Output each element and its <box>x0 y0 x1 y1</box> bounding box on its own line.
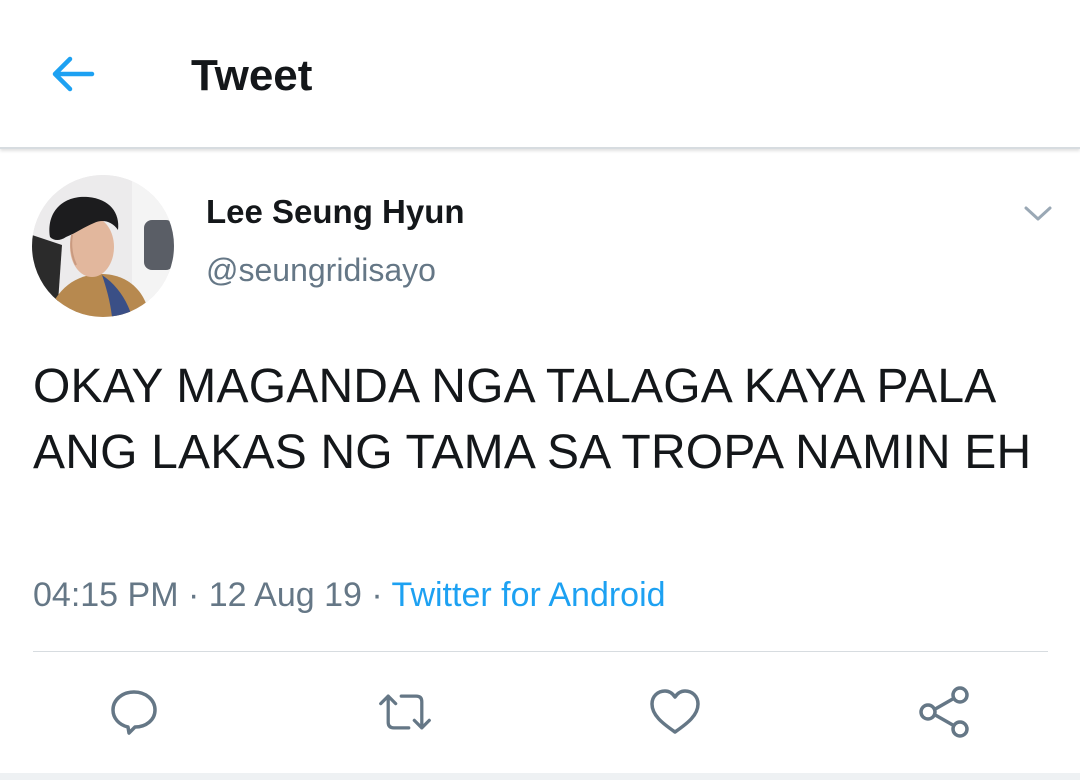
tweet-time: 04:15 PM <box>33 576 179 614</box>
back-button[interactable] <box>44 48 102 100</box>
like-button[interactable] <box>647 684 703 740</box>
avatar[interactable] <box>32 175 174 317</box>
tweet-source-link[interactable]: Twitter for Android <box>392 576 666 614</box>
divider <box>33 651 1048 652</box>
back-arrow-icon <box>52 56 95 92</box>
retweet-icon <box>379 694 431 730</box>
profile-photo <box>32 175 174 317</box>
tweet-options-button[interactable] <box>1018 196 1058 232</box>
chevron-down-icon <box>1024 206 1052 221</box>
share-button[interactable] <box>916 684 972 740</box>
page-title: Tweet <box>191 51 313 100</box>
tweet-meta: 04:15 PM · 12 Aug 19 · Twitter for Andro… <box>33 574 666 616</box>
bottom-divider <box>0 773 1080 780</box>
meta-separator: · <box>371 576 383 614</box>
meta-separator: · <box>187 576 200 614</box>
heart-icon <box>650 689 700 734</box>
share-icon <box>919 686 969 738</box>
tweet-text: OKAY MAGANDA NGA TALAGA KAYA PALA ANG LA… <box>33 360 1032 479</box>
reply-button[interactable] <box>106 684 162 740</box>
author-display-name[interactable]: Lee Seung Hyun <box>206 192 465 232</box>
reply-icon <box>111 690 157 735</box>
tweet-date: 12 Aug 19 <box>208 576 362 614</box>
retweet-button[interactable] <box>377 684 433 740</box>
author-handle[interactable]: @seungridisayo <box>206 250 436 290</box>
top-app-bar: Tweet <box>0 0 1080 149</box>
